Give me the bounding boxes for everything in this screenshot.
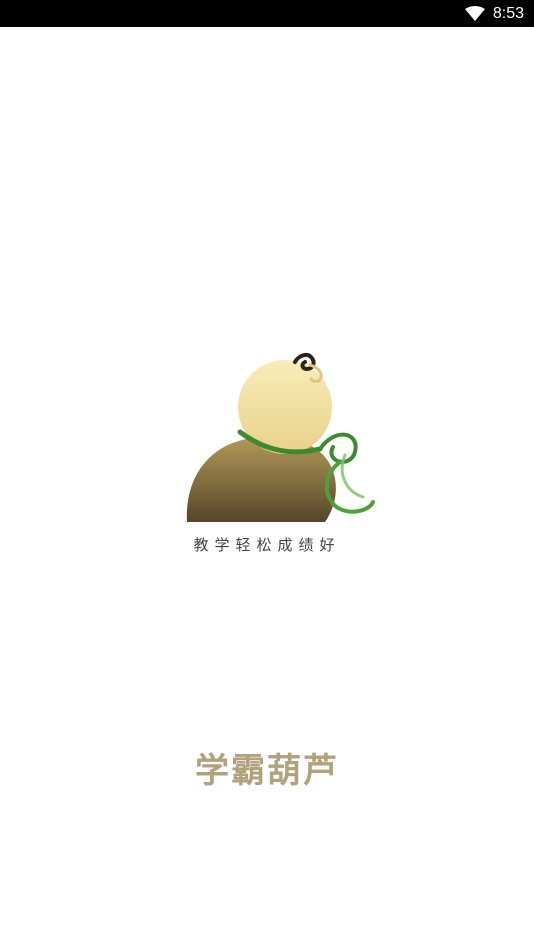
status-time: 8:53	[492, 5, 524, 22]
wifi-icon	[464, 5, 485, 22]
gourd-logo	[175, 337, 385, 547]
slogan-text: 教学轻松成绩好	[193, 536, 341, 554]
splash-screen: 教学轻松成绩好 学霸葫芦	[0, 27, 534, 949]
status-icons: 8:53	[464, 0, 524, 27]
app-name: 学霸葫芦	[195, 751, 339, 791]
status-bar: 8:53	[0, 0, 534, 27]
